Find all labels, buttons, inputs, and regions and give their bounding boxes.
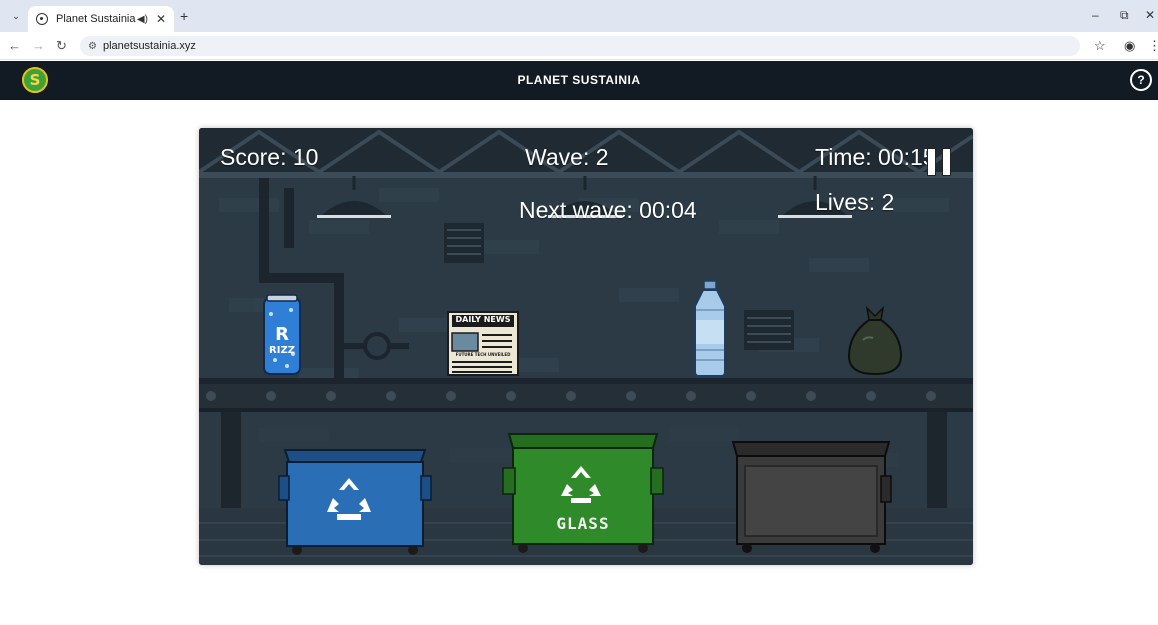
restore-icon[interactable]: ⧉ xyxy=(1120,8,1129,23)
profile-icon[interactable]: ◉ xyxy=(1124,38,1135,54)
app-header: S PLANET SUSTAINIA ? xyxy=(0,61,1158,100)
globe-icon xyxy=(36,13,48,25)
menu-kebab-icon[interactable]: ⋮ xyxy=(1148,38,1158,54)
lives-display: Lives: 2 xyxy=(815,189,895,215)
next-wave-display: Next wave: 00:04 xyxy=(519,197,697,223)
minimize-icon[interactable]: – xyxy=(1092,8,1099,22)
url-text: planetsustainia.xyz xyxy=(102,40,196,52)
back-icon[interactable]: ← xyxy=(8,38,21,53)
speaker-icon[interactable]: ◀) xyxy=(137,14,148,25)
plastic-bottle-icon xyxy=(694,280,726,377)
newspaper-caption: FUTURE TECH UNVEILED xyxy=(455,352,511,357)
tab-title: Planet Sustainia xyxy=(56,13,136,25)
general-waste-bin[interactable] xyxy=(729,436,893,556)
pause-button[interactable] xyxy=(927,148,953,176)
time-display: Time: 00:15 xyxy=(815,144,936,170)
score-display: Score: 10 xyxy=(220,144,319,170)
help-label: ? xyxy=(1137,73,1145,87)
recycling-bin-icon xyxy=(278,449,432,555)
can-brand-letter: R xyxy=(275,324,289,345)
site-info-icon[interactable]: ⚙ xyxy=(88,41,97,52)
pause-icon-bar-right xyxy=(942,148,951,176)
bookmark-star-icon[interactable]: ☆ xyxy=(1094,38,1106,54)
game-canvas[interactable]: Score: 10 Wave: 2 Time: 00:15 Next wave:… xyxy=(199,128,973,565)
glass-bin-icon xyxy=(502,433,664,553)
tab-search-chevron-icon[interactable]: ⌄ xyxy=(8,8,24,24)
plastic-bottle-item[interactable] xyxy=(691,280,729,377)
forward-icon[interactable]: → xyxy=(32,38,45,53)
newspaper-item[interactable]: DAILY NEWS FUTURE TECH UNVEILED xyxy=(444,310,522,377)
browser-tabstrip: ⌄ Planet Sustainia ◀) ✕ + – ⧉ ✕ xyxy=(0,0,1158,32)
trash-bag-icon xyxy=(847,305,903,376)
general-waste-bin-icon xyxy=(731,441,892,553)
recycling-bin[interactable] xyxy=(277,440,433,560)
reload-icon[interactable]: ↻ xyxy=(56,38,67,54)
pause-icon-bar-left xyxy=(927,148,936,176)
help-button[interactable]: ? xyxy=(1130,69,1152,91)
glass-bin-label: GLASS xyxy=(556,514,610,533)
address-bar[interactable]: ⚙ planetsustainia.xyz xyxy=(80,36,1080,56)
window-close-icon[interactable]: ✕ xyxy=(1145,8,1155,22)
browser-toolbar: ← → ↻ ⚙ planetsustainia.xyz ☆ ◉ ⋮ xyxy=(0,32,1158,60)
trash-bag-item[interactable] xyxy=(845,304,905,376)
glass-bin[interactable]: GLASS xyxy=(501,428,665,556)
tab-close-icon[interactable]: ✕ xyxy=(156,12,166,26)
newspaper-headline: DAILY NEWS xyxy=(455,315,511,324)
app-title: PLANET SUSTAINIA xyxy=(517,73,641,87)
soda-can-item[interactable]: R RIZZ xyxy=(261,294,303,376)
new-tab-button[interactable]: + xyxy=(180,8,188,24)
can-brand-name: RIZZ xyxy=(269,345,295,356)
wave-display: Wave: 2 xyxy=(525,144,609,170)
browser-tab[interactable]: Planet Sustainia ◀) ✕ xyxy=(28,6,174,32)
